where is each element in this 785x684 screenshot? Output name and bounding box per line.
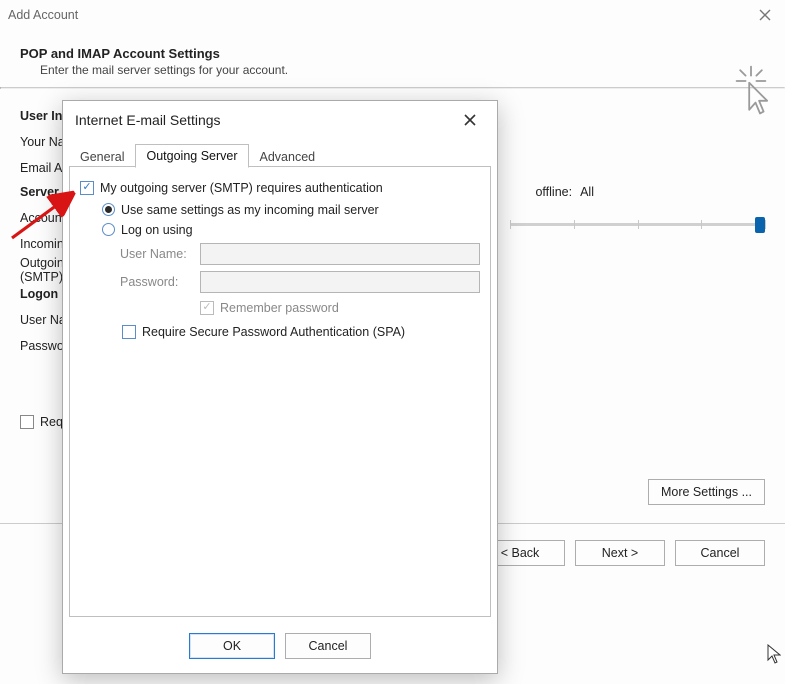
more-settings-button[interactable]: More Settings ... — [648, 479, 765, 505]
header-title: POP and IMAP Account Settings — [20, 46, 769, 61]
dialog-titlebar: Internet E-mail Settings — [63, 101, 497, 139]
next-button[interactable]: Next > — [575, 540, 665, 566]
tab-strip: General Outgoing Server Advanced — [63, 139, 497, 167]
remember-password-label: Remember password — [220, 301, 339, 315]
window-title: Add Account — [8, 8, 78, 22]
dialog-username-input[interactable] — [200, 243, 480, 265]
cursor-icon — [767, 644, 781, 664]
checkbox-icon — [80, 181, 94, 195]
radio-use-same-settings[interactable]: Use same settings as my incoming mail se… — [102, 203, 480, 217]
offline-slider[interactable] — [510, 217, 765, 233]
cancel-button[interactable]: Cancel — [675, 540, 765, 566]
offline-value: All — [580, 185, 594, 199]
checkbox-icon — [200, 301, 214, 315]
tab-general[interactable]: General — [69, 145, 135, 168]
close-icon — [464, 114, 476, 126]
label-dialog-password: Password: — [120, 275, 200, 289]
close-icon — [759, 9, 771, 21]
spa-checkbox-dialog[interactable]: Require Secure Password Authentication (… — [122, 325, 405, 339]
smtp-auth-checkbox[interactable]: My outgoing server (SMTP) requires authe… — [80, 181, 383, 195]
radio-log-on-using[interactable]: Log on using — [102, 223, 480, 237]
offline-label-visible: offline: — [535, 185, 572, 199]
add-account-window: Add Account POP and IMAP Account Setting… — [0, 0, 785, 684]
offline-setting: Mail to keep offline: offline: All — [510, 185, 594, 199]
checkbox-icon — [122, 325, 136, 339]
tab-advanced[interactable]: Advanced — [249, 145, 327, 168]
dialog-footer: OK Cancel — [63, 623, 497, 673]
dialog-title: Internet E-mail Settings — [75, 112, 221, 128]
dialog-cancel-button[interactable]: Cancel — [285, 633, 371, 659]
window-header: POP and IMAP Account Settings Enter the … — [0, 30, 785, 87]
window-titlebar: Add Account — [0, 0, 785, 30]
header-subtitle: Enter the mail server settings for your … — [40, 63, 769, 77]
spa-checkbox[interactable] — [20, 415, 34, 429]
tab-outgoing-server[interactable]: Outgoing Server — [135, 144, 248, 168]
slider-thumb[interactable] — [755, 217, 765, 233]
tab-panel-outgoing: My outgoing server (SMTP) requires authe… — [69, 167, 491, 617]
remember-password-checkbox: Remember password — [200, 301, 339, 315]
dialog-password-input[interactable] — [200, 271, 480, 293]
label-dialog-username: User Name: — [120, 247, 200, 261]
radio-icon — [102, 223, 115, 236]
smtp-auth-label: My outgoing server (SMTP) requires authe… — [100, 181, 383, 195]
radio-same-label: Use same settings as my incoming mail se… — [121, 203, 379, 217]
ok-button[interactable]: OK — [189, 633, 275, 659]
internet-email-settings-dialog: Internet E-mail Settings General Outgoin… — [62, 100, 498, 674]
close-button[interactable] — [751, 4, 779, 26]
radio-icon — [102, 203, 115, 216]
radio-logon-label: Log on using — [121, 223, 193, 237]
spa-dialog-label: Require Secure Password Authentication (… — [142, 325, 405, 339]
dialog-close-button[interactable] — [455, 108, 485, 132]
